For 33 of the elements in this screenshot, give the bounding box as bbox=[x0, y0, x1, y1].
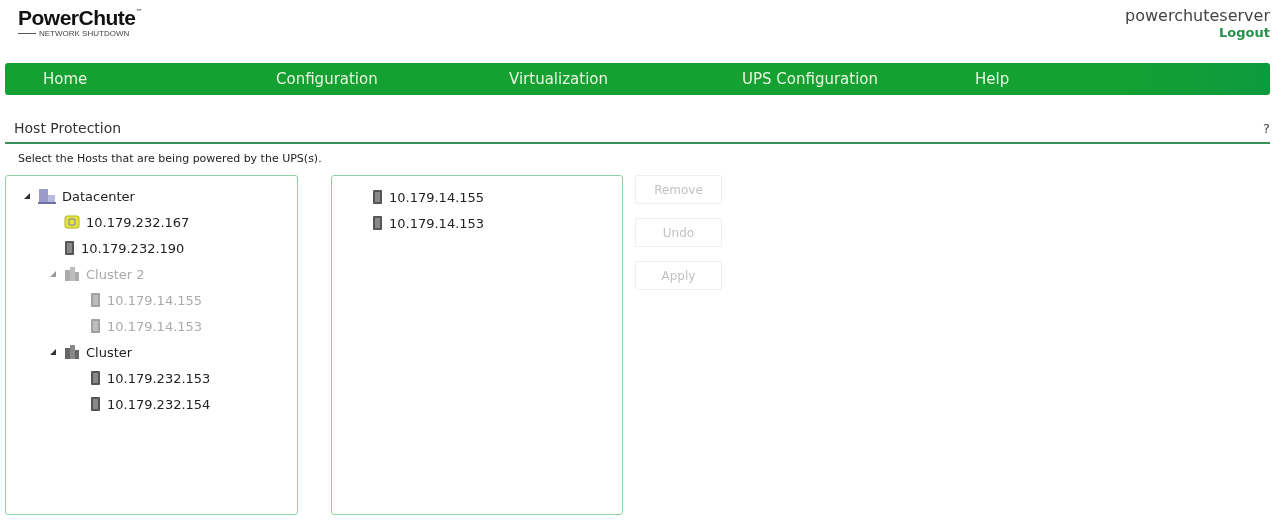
list-item[interactable]: 10.179.14.155 bbox=[389, 189, 485, 205]
nav-item[interactable]: UPS Configuration bbox=[704, 70, 937, 88]
instruction-text: Select the Hosts that are being powered by the UPS(s). bbox=[18, 152, 323, 165]
nav-item[interactable]: Help bbox=[937, 70, 1170, 88]
tree-item[interactable]: Cluster bbox=[86, 344, 133, 360]
expanded-arrow-icon[interactable] bbox=[24, 193, 30, 199]
tree-item[interactable]: Datacenter bbox=[62, 188, 135, 204]
nav-item[interactable]: Virtualization bbox=[471, 70, 704, 88]
nav-item[interactable]: Configuration bbox=[238, 70, 471, 88]
server-icon bbox=[90, 370, 101, 386]
expanded-arrow-icon[interactable] bbox=[50, 349, 56, 355]
server-icon bbox=[372, 189, 383, 205]
servers-icon bbox=[64, 266, 80, 282]
tree-item[interactable]: 10.179.232.190 bbox=[81, 240, 185, 256]
page-title: Host Protection bbox=[14, 120, 122, 136]
tree-item[interactable]: 10.179.232.153 bbox=[107, 370, 211, 386]
linked-boxes-icon bbox=[64, 214, 80, 230]
user-name: powerchuteserver bbox=[1125, 6, 1270, 25]
help-link[interactable]: ? bbox=[1263, 121, 1270, 136]
servers-icon bbox=[64, 344, 80, 360]
server-icon bbox=[90, 318, 101, 334]
tree-item[interactable]: 10.179.232.154 bbox=[107, 396, 211, 412]
list-item[interactable]: 10.179.14.153 bbox=[389, 215, 485, 231]
server-icon bbox=[372, 215, 383, 231]
server-icon bbox=[90, 396, 101, 412]
tree-item[interactable]: 10.179.232.167 bbox=[86, 214, 190, 230]
nav-item[interactable]: Home bbox=[5, 70, 238, 88]
server-icon bbox=[90, 292, 101, 308]
logo-tagline: NETWORK SHUTDOWN bbox=[39, 29, 130, 38]
server-icon bbox=[64, 240, 75, 256]
building-icon bbox=[38, 188, 56, 204]
logo-wordmark: PowerChute bbox=[18, 6, 136, 30]
logout-link[interactable]: Logout bbox=[1219, 25, 1270, 40]
